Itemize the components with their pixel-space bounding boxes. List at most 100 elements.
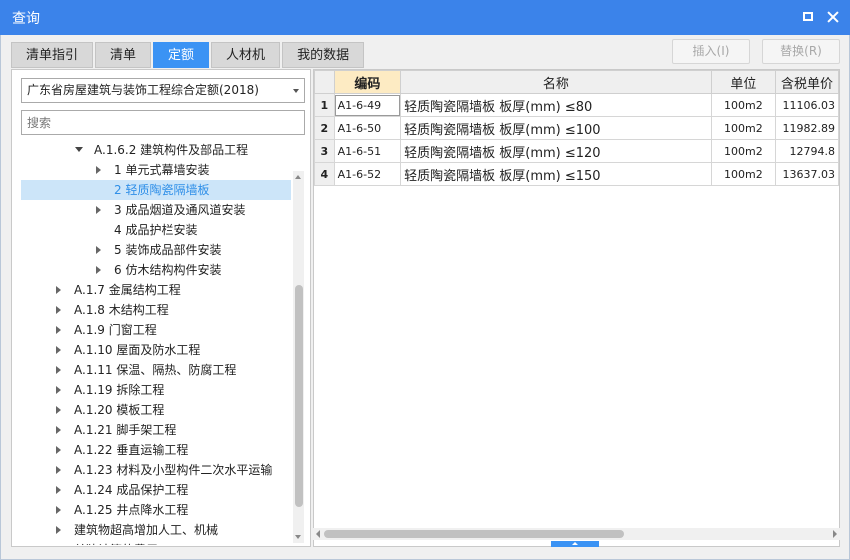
collapsed-arrow-icon[interactable] <box>56 306 61 314</box>
cell-price[interactable]: 13637.03 <box>775 162 839 186</box>
scroll-down-icon[interactable] <box>295 535 301 539</box>
tree-item[interactable]: A.1.19 拆除工程 <box>21 380 291 400</box>
collapsed-arrow-icon[interactable] <box>56 366 61 374</box>
tab-list-guide[interactable]: 清单指引 <box>11 42 94 68</box>
cell-code[interactable]: A1-6-49 <box>333 93 402 117</box>
collapsed-arrow-icon[interactable] <box>96 206 101 214</box>
expanded-arrow-icon[interactable] <box>75 147 83 152</box>
tree-item[interactable]: 单独计算的费用 <box>21 540 291 545</box>
cell-unit[interactable]: 100m2 <box>710 162 777 186</box>
collapsed-arrow-icon[interactable] <box>56 346 61 354</box>
header-unit[interactable]: 单位 <box>710 70 777 94</box>
scroll-up-icon[interactable] <box>295 175 301 179</box>
replace-button[interactable]: 替换(R) <box>762 39 840 64</box>
tree-item-label: 单独计算的费用 <box>74 540 158 545</box>
close-icon[interactable] <box>822 7 844 27</box>
table-row[interactable]: 1 A1-6-49 轻质陶瓷隔墙板 板厚(mm) ≤80 100m2 11106.03 <box>314 93 839 117</box>
cell-name[interactable]: 轻质陶瓷隔墙板 板厚(mm) ≤150 <box>400 162 712 186</box>
tree-item-label: 3 成品烟道及通风道安装 <box>114 203 246 217</box>
collapsed-arrow-icon[interactable] <box>96 266 101 274</box>
table-row[interactable]: 3 A1-6-51 轻质陶瓷隔墙板 板厚(mm) ≤120 100m2 12794.8 <box>314 139 839 163</box>
cell-name[interactable]: 轻质陶瓷隔墙板 板厚(mm) ≤80 <box>400 93 712 117</box>
table-horizontal-scrollbar[interactable] <box>313 528 840 540</box>
tree-item[interactable]: 5 装饰成品部件安装 <box>21 240 291 260</box>
title-bar: 查询 <box>0 0 850 35</box>
library-select[interactable]: 广东省房屋建筑与装饰工程综合定额(2018) <box>21 78 305 103</box>
tree-item[interactable]: 建筑物超高增加人工、机械 <box>21 520 291 540</box>
tree-item[interactable]: A.1.7 金属结构工程 <box>21 280 291 300</box>
collapsed-arrow-icon[interactable] <box>56 486 61 494</box>
tree-item-label: A.1.8 木结构工程 <box>74 303 169 317</box>
tree-item[interactable]: A.1.6.2 建筑构件及部品工程 <box>21 140 291 160</box>
collapsed-arrow-icon[interactable] <box>56 526 61 534</box>
scroll-thumb[interactable] <box>295 285 303 507</box>
cell-code[interactable]: A1-6-50 <box>333 116 402 140</box>
tree-item[interactable]: A.1.21 脚手架工程 <box>21 420 291 440</box>
cell-name[interactable]: 轻质陶瓷隔墙板 板厚(mm) ≤100 <box>400 116 712 140</box>
insert-button[interactable]: 插入(I) <box>672 39 750 64</box>
cell-unit[interactable]: 100m2 <box>710 93 777 117</box>
tree-item[interactable]: 6 仿木结构构件安装 <box>21 260 291 280</box>
row-number: 4 <box>314 162 335 186</box>
collapsed-arrow-icon[interactable] <box>56 466 61 474</box>
collapsed-arrow-icon[interactable] <box>56 286 61 294</box>
collapsed-arrow-icon[interactable] <box>56 506 61 514</box>
scroll-left-icon[interactable] <box>316 530 320 538</box>
tree-item-label: A.1.7 金属结构工程 <box>74 283 181 297</box>
table-row[interactable]: 4 A1-6-52 轻质陶瓷隔墙板 板厚(mm) ≤150 100m2 13637.03 <box>314 162 839 186</box>
tree-item[interactable]: 4 成品护栏安装 <box>21 220 291 240</box>
tree-item-label: A.1.20 模板工程 <box>74 403 165 417</box>
collapsed-arrow-icon[interactable] <box>56 406 61 414</box>
tree-item-label: A.1.10 屋面及防水工程 <box>74 343 201 357</box>
tree-item[interactable]: A.1.22 垂直运输工程 <box>21 440 291 460</box>
tree-item-label: A.1.25 井点降水工程 <box>74 503 189 517</box>
cell-unit[interactable]: 100m2 <box>710 116 777 140</box>
tree-item[interactable]: A.1.25 井点降水工程 <box>21 500 291 520</box>
tree-item[interactable]: 3 成品烟道及通风道安装 <box>21 200 291 220</box>
cell-code[interactable]: A1-6-52 <box>333 162 402 186</box>
table-row[interactable]: 2 A1-6-50 轻质陶瓷隔墙板 板厚(mm) ≤100 100m2 11982.89 <box>314 116 839 140</box>
tab-bar: 清单指引 清单 定额 人材机 我的数据 <box>11 42 366 69</box>
collapsed-arrow-icon[interactable] <box>56 446 61 454</box>
collapsed-arrow-icon[interactable] <box>96 246 101 254</box>
cell-price[interactable]: 11982.89 <box>775 116 839 140</box>
cell-price[interactable]: 11106.03 <box>775 93 839 117</box>
tree-item-label: A.1.23 材料及小型构件二次水平运输 <box>74 463 273 477</box>
collapsed-arrow-icon[interactable] <box>56 426 61 434</box>
cell-price[interactable]: 12794.8 <box>775 139 839 163</box>
tree-item-label: 建筑物超高增加人工、机械 <box>74 523 219 537</box>
tree-item[interactable]: A.1.8 木结构工程 <box>21 300 291 320</box>
tree-item[interactable]: 1 单元式幕墙安装 <box>21 160 291 180</box>
collapsed-arrow-icon[interactable] <box>56 386 61 394</box>
cell-code[interactable]: A1-6-51 <box>333 139 402 163</box>
scroll-right-icon[interactable] <box>833 530 837 538</box>
row-number: 2 <box>314 116 335 140</box>
header-name[interactable]: 名称 <box>400 70 712 94</box>
header-price[interactable]: 含税单价 <box>775 70 839 94</box>
cell-name[interactable]: 轻质陶瓷隔墙板 板厚(mm) ≤120 <box>400 139 712 163</box>
collapsed-arrow-icon[interactable] <box>96 166 101 174</box>
dropdown-arrow-icon <box>293 89 299 93</box>
tree-item[interactable]: A.1.20 模板工程 <box>21 400 291 420</box>
tree-item-label: 1 单元式幕墙安装 <box>114 163 210 177</box>
tree-item-label: 5 装饰成品部件安装 <box>114 243 222 257</box>
tree-item[interactable]: A.1.11 保温、隔热、防腐工程 <box>21 360 291 380</box>
maximize-icon[interactable] <box>797 7 819 27</box>
scroll-thumb[interactable] <box>324 530 624 538</box>
collapsed-arrow-icon[interactable] <box>56 326 61 334</box>
tab-list[interactable]: 清单 <box>95 42 152 68</box>
search-input[interactable] <box>21 110 305 135</box>
tree-item[interactable]: 2 轻质陶瓷隔墙板 <box>21 180 291 200</box>
tree-vertical-scrollbar[interactable] <box>293 171 304 543</box>
window-title: 查询 <box>12 11 40 27</box>
tree-item[interactable]: A.1.23 材料及小型构件二次水平运输 <box>21 460 291 480</box>
tree-item[interactable]: A.1.24 成品保护工程 <box>21 480 291 500</box>
panel-splitter[interactable] <box>551 541 599 547</box>
tab-labor-material[interactable]: 人材机 <box>211 42 281 68</box>
cell-unit[interactable]: 100m2 <box>710 139 777 163</box>
tree-item[interactable]: A.1.9 门窗工程 <box>21 320 291 340</box>
header-code[interactable]: 编码 <box>333 70 402 94</box>
tab-quota[interactable]: 定额 <box>153 42 210 68</box>
tab-my-data[interactable]: 我的数据 <box>282 42 365 68</box>
tree-item[interactable]: A.1.10 屋面及防水工程 <box>21 340 291 360</box>
